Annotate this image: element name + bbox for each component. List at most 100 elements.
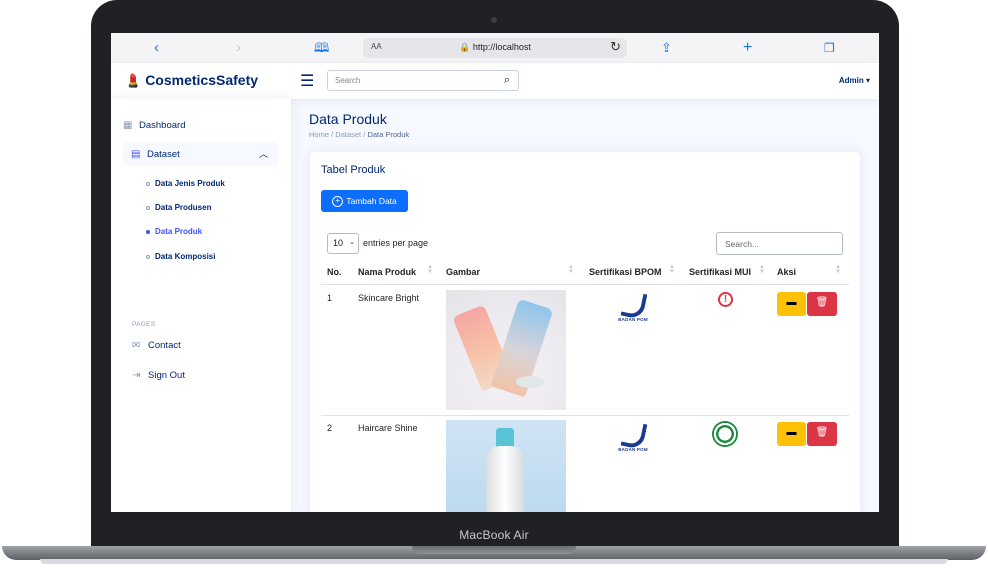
breadcrumb-current: Data Produk (367, 130, 410, 139)
column-header-nama-produk[interactable]: Nama Produk (358, 267, 416, 277)
column-header-aksi[interactable]: Aksi (777, 267, 796, 277)
column-header-gambar[interactable]: Gambar (446, 267, 480, 277)
cream-swatch (516, 376, 544, 388)
app-header: 💄 CosmeticsSafety ☰ Search ⌕ Admin ▾ (111, 63, 879, 99)
bpom-logo: BADAN POM (615, 419, 651, 456)
halal-logo-icon (712, 421, 738, 447)
delete-button[interactable]: 🗑 (807, 422, 837, 446)
column-header-sertifikasi-mui[interactable]: Sertifikasi MUI (689, 267, 751, 277)
bpom-logo-text: BADAN POM (618, 317, 648, 322)
bottle (486, 446, 524, 512)
sort-icon[interactable]: ▲ ▼ (568, 264, 574, 275)
comment-icon: ▬ (786, 427, 797, 438)
column-header-no[interactable]: No. (327, 267, 342, 277)
lock-icon: 🔒 (459, 42, 471, 52)
comment-icon: ▬ (786, 297, 797, 308)
lipstick-icon: 💄 (125, 73, 142, 88)
add-data-button[interactable]: + Tambah Data (321, 190, 408, 212)
reload-icon[interactable]: ↻ (610, 39, 621, 55)
delete-button[interactable]: 🗑 (807, 292, 837, 316)
sort-icon[interactable]: ▲ ▼ (669, 264, 675, 275)
device-label: MacBook Air (459, 528, 529, 542)
sort-icon[interactable]: ▲ ▼ (427, 264, 433, 275)
sidebar-item-dataset[interactable]: ▤ Dataset ︿ (123, 142, 278, 166)
laptop-notch (412, 546, 576, 554)
brand-name: CosmeticsSafety (145, 72, 259, 88)
browser-toolbar: ‹ › 🕮 AA 🔒 http://localhost ↻ ⇪ + ❐ (111, 33, 879, 64)
trash-icon: 🗑 (815, 297, 829, 308)
brand-logo[interactable]: 💄 CosmeticsSafety (125, 72, 258, 89)
card-title: Tabel Produk (321, 164, 386, 176)
sidebar-subitem-data-produk[interactable]: Data Produk (146, 227, 202, 236)
breadcrumb-separator: / (331, 130, 334, 139)
page-size-value: 10 (333, 238, 344, 248)
breadcrumb-dataset[interactable]: Dataset (335, 130, 361, 139)
header-search-input[interactable]: Search ⌕ (327, 70, 519, 91)
subitem-label: Data Jenis Produk (155, 179, 225, 188)
product-table-card: Tabel Produk + Tambah Data 10 ⌄ entries pe… (310, 152, 860, 512)
sign-out-icon: ⇥ (132, 370, 141, 381)
sidebar: ▦ Dashboard ▤ Dataset ︿ Data Jenis Produk … (111, 99, 291, 512)
new-tab-icon[interactable]: + (743, 39, 752, 57)
bpom-logo-text: BADAN POM (618, 447, 648, 452)
sidebar-item-label: Dashboard (139, 120, 186, 131)
bpom-mark (620, 419, 648, 451)
breadcrumb-home[interactable]: Home (309, 130, 329, 139)
chevron-down-icon: ⌄ (349, 239, 355, 246)
table-icon: ▤ (131, 148, 141, 160)
table-search-input[interactable]: Search... (716, 232, 843, 255)
edit-button[interactable]: ▬ (777, 292, 806, 316)
entries-label: entries per page (363, 238, 429, 248)
book-icon[interactable]: 🕮 (314, 39, 329, 57)
sidebar-item-sign-out[interactable]: ⇥ Sign Out (132, 370, 185, 381)
sidebar-section-heading: PAGES (132, 321, 156, 328)
user-name: Admin (838, 76, 864, 85)
page-size-select[interactable]: 10 ⌄ (327, 233, 359, 254)
caret-down-icon: ▾ (865, 76, 870, 85)
table-header-divider (321, 284, 849, 285)
table-search-placeholder: Search... (725, 239, 760, 249)
sidebar-subitem-data-komposisi[interactable]: Data Komposisi (146, 252, 215, 261)
bpom-mark (620, 289, 648, 321)
edit-button[interactable]: ▬ (777, 422, 806, 446)
row-divider (321, 415, 849, 416)
address-bar[interactable]: AA 🔒 http://localhost ↻ (363, 38, 627, 58)
cell-no: 1 (327, 293, 333, 303)
cell-no: 2 (327, 423, 333, 433)
sidebar-item-label: Dataset (147, 148, 180, 160)
laptop-frame: ‹ › 🕮 AA 🔒 http://localhost ↻ ⇪ + ❐ 💄 Cos… (0, 0, 988, 568)
sidebar-item-dashboard[interactable]: ▦ Dashboard (123, 120, 185, 131)
forward-icon[interactable]: › (236, 39, 241, 57)
sort-icon[interactable]: ▲ ▼ (759, 264, 765, 275)
sidebar-item-contact[interactable]: ✉ Contact (132, 340, 181, 351)
page-title: Data Produk (309, 111, 387, 127)
sidebar-subitem-data-produsen[interactable]: Data Produsen (146, 203, 211, 212)
warning-icon: ! (718, 292, 733, 307)
product-image-skincare (446, 290, 566, 410)
cell-product-name: Haircare Shine (358, 423, 418, 433)
breadcrumb-separator: / (363, 130, 366, 139)
sidebar-item-label: Sign Out (148, 370, 185, 381)
chevron-up-icon: ︿ (258, 149, 268, 159)
bullet-icon (146, 254, 150, 259)
plus-circle-icon: + (332, 195, 344, 207)
search-placeholder: Search (335, 76, 361, 85)
cell-product-name: Skincare Bright (358, 293, 420, 303)
sort-icon[interactable]: ▲ ▼ (835, 264, 841, 275)
share-icon[interactable]: ⇪ (661, 39, 672, 57)
grid-icon: ▦ (123, 120, 133, 131)
subitem-label: Data Komposisi (155, 252, 216, 261)
search-icon[interactable]: ⌕ (504, 74, 510, 87)
laptop-shadow (40, 559, 948, 564)
add-data-label: Tambah Data (346, 196, 397, 206)
sidebar-subitem-data-jenis-produk[interactable]: Data Jenis Produk (146, 179, 225, 188)
back-icon[interactable]: ‹ (154, 39, 159, 57)
screen: ‹ › 🕮 AA 🔒 http://localhost ↻ ⇪ + ❐ 💄 Cos… (111, 33, 879, 512)
menu-toggle-icon[interactable]: ☰ (300, 71, 314, 91)
sidebar-item-label: Contact (148, 340, 181, 351)
bullet-icon (146, 229, 150, 234)
column-header-sertifikasi-bpom[interactable]: Sertifikasi BPOM (589, 267, 662, 277)
user-menu[interactable]: Admin ▾ (839, 76, 870, 85)
subitem-label: Data Produsen (155, 203, 212, 212)
tabs-icon[interactable]: ❐ (824, 39, 835, 57)
